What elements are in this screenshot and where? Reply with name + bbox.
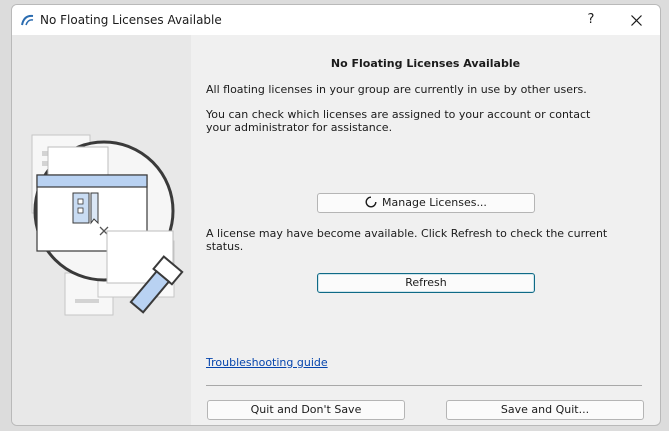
save-and-quit-button[interactable]: Save and Quit... [446, 400, 644, 420]
dialog-heading: No Floating Licenses Available [330, 57, 521, 70]
dialog-window: No Floating Licenses Available ? No Floa… [11, 4, 661, 426]
message-check-licenses: You can check which licenses are assigne… [206, 108, 591, 134]
divider [206, 385, 642, 386]
message-refresh: A license may have become available. Cli… [206, 227, 608, 253]
content-panel: No Floating Licenses Available All float… [191, 35, 660, 425]
spinner-icon [365, 196, 377, 208]
close-icon [631, 15, 642, 26]
refresh-button[interactable]: Refresh [317, 273, 535, 293]
manage-licenses-label: Manage Licenses... [382, 196, 487, 209]
help-button[interactable]: ? [578, 8, 604, 32]
quit-without-saving-button[interactable]: Quit and Don't Save [207, 400, 405, 420]
message-in-use: All floating licenses in your group are … [206, 83, 587, 96]
title-bar: No Floating Licenses Available ? [12, 5, 660, 35]
manage-licenses-button[interactable]: Manage Licenses... [317, 193, 535, 213]
close-button[interactable] [618, 8, 654, 32]
magnifier-illustration [31, 134, 184, 316]
illustration-panel [12, 35, 191, 425]
window-title: No Floating Licenses Available [40, 13, 222, 27]
help-icon: ? [587, 12, 595, 27]
app-icon [21, 14, 34, 26]
troubleshooting-link[interactable]: Troubleshooting guide [206, 356, 328, 369]
